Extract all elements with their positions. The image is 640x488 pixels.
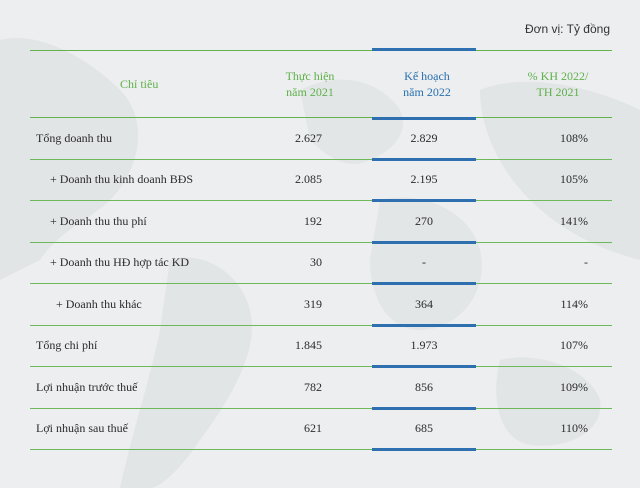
unit-label: Đơn vị: Tỷ đồng bbox=[524, 22, 610, 36]
table-row: Lợi nhuận trước thuế 782 856 109% bbox=[30, 367, 612, 410]
row-label: Lợi nhuận sau thuế bbox=[36, 421, 128, 436]
row-plan-2022: 2.829 bbox=[410, 130, 438, 145]
row-plan-2022: 270 bbox=[415, 213, 433, 228]
row-plan-2022: - bbox=[422, 255, 426, 270]
row-plan-2022: 364 bbox=[415, 296, 433, 311]
row-label: Lợi nhuận trước thuế bbox=[36, 379, 138, 394]
row-actual-2021: 782 bbox=[304, 379, 322, 394]
row-plan-2022: 685 bbox=[415, 421, 433, 436]
header-ratio: % KH 2022/ TH 2021 bbox=[527, 69, 589, 99]
table-row: + Doanh thu khác 319 364 114% bbox=[30, 284, 612, 327]
row-label: Tổng chi phí bbox=[36, 338, 98, 353]
row-plan-2022: 2.195 bbox=[410, 172, 438, 187]
row-ratio: 141% bbox=[560, 213, 588, 228]
plan-column-rule bbox=[372, 448, 476, 451]
table-row: Tổng chi phí 1.845 1.973 107% bbox=[30, 326, 612, 368]
financial-table: Chỉ tiêu Thực hiện năm 2021 Kế hoạch năm… bbox=[30, 48, 612, 451]
table-row: + Doanh thu HĐ hợp tác KD 30 - - bbox=[30, 243, 612, 285]
row-actual-2021: 621 bbox=[304, 421, 322, 436]
row-label: Tổng doanh thu bbox=[36, 130, 112, 145]
table-row: + Doanh thu kinh doanh BĐS 2.085 2.195 1… bbox=[30, 160, 612, 202]
row-actual-2021: 319 bbox=[304, 296, 322, 311]
row-ratio: 108% bbox=[560, 130, 588, 145]
row-actual-2021: 192 bbox=[304, 213, 322, 228]
row-actual-2021: 1.845 bbox=[295, 338, 322, 353]
row-actual-2021: 30 bbox=[310, 255, 322, 270]
row-plan-2022: 856 bbox=[415, 379, 433, 394]
row-plan-2022: 1.973 bbox=[410, 338, 438, 353]
row-ratio: 105% bbox=[560, 172, 588, 187]
header-indicator: Chỉ tiêu bbox=[120, 77, 159, 91]
header-plan-2022: Kế hoạch năm 2022 bbox=[403, 69, 451, 99]
row-ratio: - bbox=[584, 255, 588, 270]
row-ratio: 110% bbox=[560, 421, 588, 436]
row-actual-2021: 2.627 bbox=[295, 130, 322, 145]
row-actual-2021: 2.085 bbox=[295, 172, 322, 187]
row-ratio: 114% bbox=[560, 296, 588, 311]
table-row: + Doanh thu thu phí 192 270 141% bbox=[30, 201, 612, 244]
header-actual-2021: Thực hiện năm 2021 bbox=[285, 69, 335, 99]
row-ratio: 109% bbox=[560, 379, 588, 394]
table-header: Chỉ tiêu Thực hiện năm 2021 Kế hoạch năm… bbox=[30, 48, 612, 120]
row-ratio: 107% bbox=[560, 338, 588, 353]
table-row: Lợi nhuận sau thuế 621 685 110% bbox=[30, 409, 612, 451]
table-row: Tổng doanh thu 2.627 2.829 108% bbox=[30, 118, 612, 161]
